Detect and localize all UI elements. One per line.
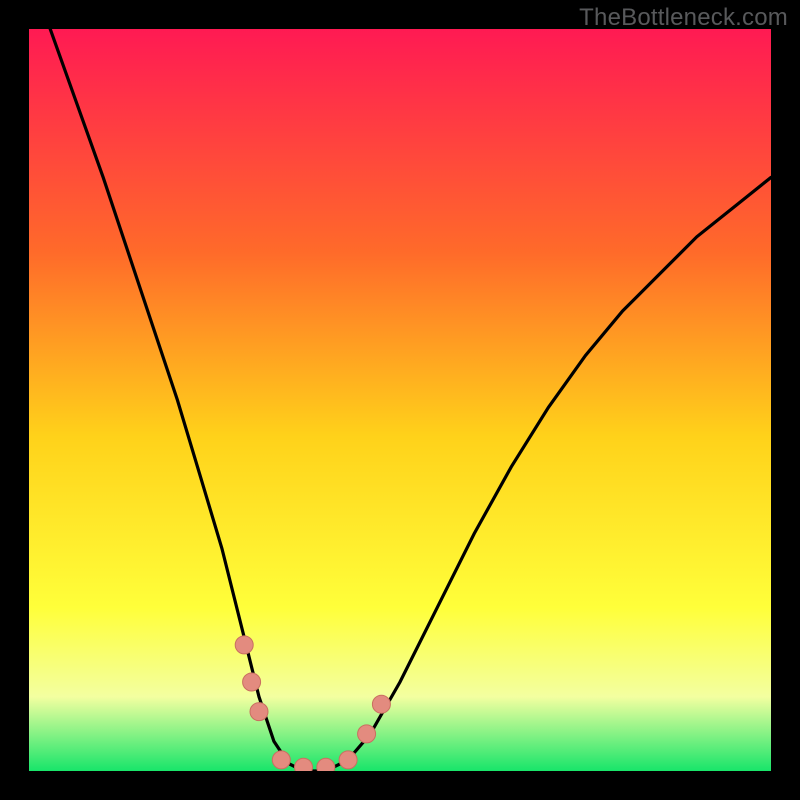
curve-marker: [235, 636, 253, 654]
curve-marker: [243, 673, 261, 691]
curve-marker: [317, 758, 335, 771]
bottleneck-curve: [29, 29, 771, 771]
curve-marker: [272, 751, 290, 769]
chart-stage: TheBottleneck.com: [0, 0, 800, 800]
curve-marker: [295, 758, 313, 771]
plot-area: [29, 29, 771, 771]
curve-marker: [358, 725, 376, 743]
curve-marker: [339, 751, 357, 769]
curve-marker: [372, 695, 390, 713]
watermark-text: TheBottleneck.com: [579, 4, 788, 32]
curve-marker: [250, 703, 268, 721]
